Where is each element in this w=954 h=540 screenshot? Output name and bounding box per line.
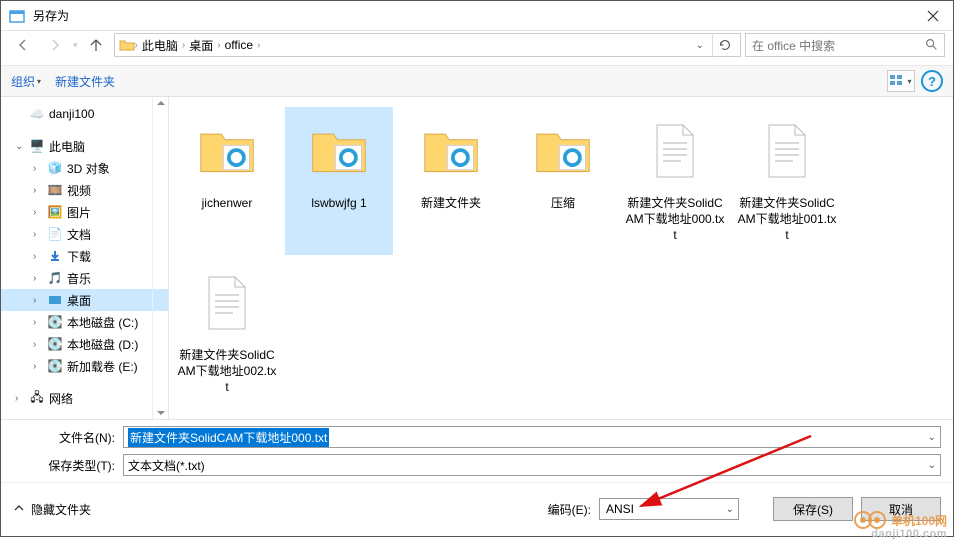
navigation-tree: ☁️danji100 ⌄🖥️此电脑 ›🧊3D 对象 ›🎞️视频 ›🖼️图片 ›📄… [1, 97, 169, 419]
encoding-value: ANSI [606, 502, 634, 516]
tree-item-danji[interactable]: ☁️danji100 [1, 103, 168, 125]
file-item[interactable]: 新建文件夹SolidCAM下载地址000.txt [621, 107, 729, 255]
search-placeholder: 在 office 中搜索 [752, 37, 835, 54]
new-folder-button[interactable]: 新建文件夹 [55, 73, 115, 90]
download-icon [47, 248, 63, 264]
nav-up-button[interactable] [82, 33, 110, 57]
view-mode-button[interactable]: ▾ [887, 70, 915, 92]
folder-icon [307, 119, 371, 183]
item-label: 新建文件夹SolidCAM下载地址001.txt [737, 195, 837, 244]
txt-file-icon [643, 119, 707, 183]
close-button[interactable] [913, 1, 953, 31]
search-icon[interactable] [924, 37, 938, 54]
item-label: 新建文件夹 [421, 195, 481, 211]
disk-icon: 💽 [47, 314, 63, 330]
help-button[interactable]: ? [921, 70, 943, 92]
history-dropdown-icon[interactable]: ▾ [73, 40, 78, 51]
cancel-button[interactable]: 取消 [861, 497, 941, 521]
savetype-value: 文本文档(*.txt) [128, 457, 205, 474]
txt-file-icon [195, 271, 259, 335]
file-item[interactable]: 新建文件夹SolidCAM下载地址002.txt [173, 259, 281, 407]
disk-icon: 💽 [47, 336, 63, 352]
item-label: jichenwer [202, 195, 253, 211]
folder-icon [119, 37, 135, 53]
chevron-down-icon[interactable]: ⌄ [726, 504, 734, 515]
chevron-right-icon[interactable]: › [257, 40, 260, 51]
filename-value: 新建文件夹SolidCAM下载地址000.txt [128, 428, 329, 447]
item-label: lswbwjfg 1 [311, 195, 366, 211]
chevron-down-icon: ▾ [37, 77, 41, 86]
folder-item[interactable]: 新建文件夹 [397, 107, 505, 255]
tree-item-pictures[interactable]: ›🖼️图片 [1, 201, 168, 223]
window-title: 另存为 [33, 7, 913, 24]
search-input[interactable]: 在 office 中搜索 [745, 33, 945, 57]
breadcrumb-desktop[interactable]: 桌面 [185, 37, 217, 54]
desktop-icon [47, 292, 63, 308]
refresh-button[interactable] [712, 33, 736, 57]
chevron-down-icon[interactable]: ⌄ [928, 432, 936, 443]
tree-item-desktop[interactable]: ›桌面 [1, 289, 168, 311]
disk-icon: 💽 [47, 358, 63, 374]
tree-item-disk-c[interactable]: ›💽本地磁盘 (C:) [1, 311, 168, 333]
tree-item-videos[interactable]: ›🎞️视频 [1, 179, 168, 201]
cube-icon: 🧊 [47, 160, 63, 176]
folder-item[interactable]: 压缩 [509, 107, 617, 255]
tree-item-pc[interactable]: ⌄🖥️此电脑 [1, 135, 168, 157]
picture-icon: 🖼️ [47, 204, 63, 220]
folder-icon [419, 119, 483, 183]
nav-back-button[interactable] [9, 33, 37, 57]
filename-label: 文件名(N): [13, 429, 123, 446]
organize-button[interactable]: 组织 ▾ [11, 73, 41, 90]
txt-file-icon [755, 119, 819, 183]
folder-icon [195, 119, 259, 183]
pc-icon: 🖥️ [29, 138, 45, 154]
chevron-down-icon[interactable]: ⌄ [696, 40, 704, 51]
window-icon [9, 8, 25, 24]
tree-item-documents[interactable]: ›📄文档 [1, 223, 168, 245]
breadcrumb-folder[interactable]: office [221, 38, 257, 52]
file-item[interactable]: 新建文件夹SolidCAM下载地址001.txt [733, 107, 841, 255]
scrollbar[interactable] [152, 97, 168, 419]
item-label: 压缩 [551, 195, 575, 211]
music-icon: 🎵 [47, 270, 63, 286]
file-list: jichenwer lswbwjfg 1 新建文件夹 压缩 新建文件夹Solid… [169, 97, 953, 419]
folder-item[interactable]: jichenwer [173, 107, 281, 255]
savetype-select[interactable]: 文本文档(*.txt) ⌄ [123, 454, 941, 476]
chevron-up-icon [13, 502, 25, 517]
nav-forward-button[interactable] [41, 33, 69, 57]
item-label: 新建文件夹SolidCAM下载地址002.txt [177, 347, 277, 396]
item-label: 新建文件夹SolidCAM下载地址000.txt [625, 195, 725, 244]
savetype-label: 保存类型(T): [13, 457, 123, 474]
filename-input[interactable]: 新建文件夹SolidCAM下载地址000.txt ⌄ [123, 426, 941, 448]
hide-folders-button[interactable]: 隐藏文件夹 [13, 501, 91, 518]
encoding-label: 编码(E): [548, 501, 591, 518]
video-icon: 🎞️ [47, 182, 63, 198]
tree-item-disk-d[interactable]: ›💽本地磁盘 (D:) [1, 333, 168, 355]
encoding-select[interactable]: ANSI ⌄ [599, 498, 739, 520]
tree-item-3dobjects[interactable]: ›🧊3D 对象 [1, 157, 168, 179]
tree-item-disk-e[interactable]: ›💽新加载卷 (E:) [1, 355, 168, 377]
cloud-icon: ☁️ [29, 106, 45, 122]
folder-item[interactable]: lswbwjfg 1 [285, 107, 393, 255]
tree-item-music[interactable]: ›🎵音乐 [1, 267, 168, 289]
chevron-down-icon[interactable]: ⌄ [928, 460, 936, 471]
network-icon: 🖧 [29, 390, 45, 406]
address-bar[interactable]: › 此电脑 › 桌面 › office › ⌄ [114, 33, 741, 57]
folder-icon [531, 119, 595, 183]
tree-item-downloads[interactable]: ›下载 [1, 245, 168, 267]
save-button[interactable]: 保存(S) [773, 497, 853, 521]
tree-item-network[interactable]: ›🖧网络 [1, 387, 168, 409]
breadcrumb-pc[interactable]: 此电脑 [138, 37, 182, 54]
document-icon: 📄 [47, 226, 63, 242]
